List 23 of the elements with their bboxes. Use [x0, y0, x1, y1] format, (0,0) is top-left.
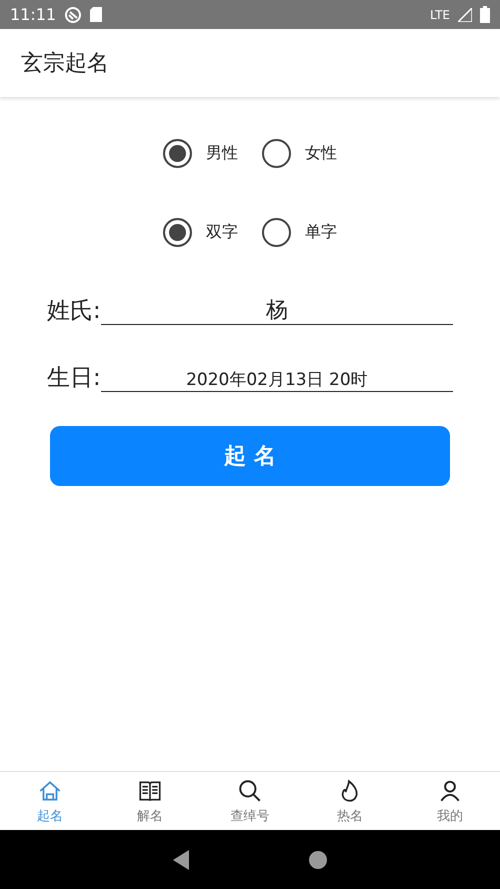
search-icon	[237, 778, 263, 804]
app-title: 玄宗起名	[21, 50, 109, 78]
radio-option[interactable]: 男性	[163, 139, 238, 168]
input-field[interactable]: 2020年02月13日 20时	[100, 369, 453, 392]
nav-tab[interactable]: 查绰号	[200, 772, 300, 830]
status-time: 11:11	[10, 5, 56, 24]
blocked-icon	[64, 6, 82, 24]
radio-option[interactable]: 单字	[262, 218, 337, 247]
radio-option[interactable]: 女性	[262, 139, 337, 168]
signal-icon	[458, 8, 472, 22]
radio-option[interactable]: 双字	[163, 218, 238, 247]
nav-tab[interactable]: 解名	[100, 772, 200, 830]
sd-card-icon	[90, 7, 102, 22]
network-type: LTE	[430, 8, 450, 22]
field-label: 生日:	[47, 367, 101, 392]
nav-tab[interactable]: 我的	[400, 772, 500, 830]
back-icon[interactable]	[173, 850, 189, 870]
home-button-icon[interactable]	[309, 850, 327, 868]
battery-icon	[480, 6, 490, 23]
field-label: 姓氏:	[47, 300, 101, 325]
input-field[interactable]: 杨	[100, 297, 453, 325]
nav-tab[interactable]: 热名	[300, 772, 400, 830]
submit-button[interactable]: 起 名	[50, 426, 450, 486]
